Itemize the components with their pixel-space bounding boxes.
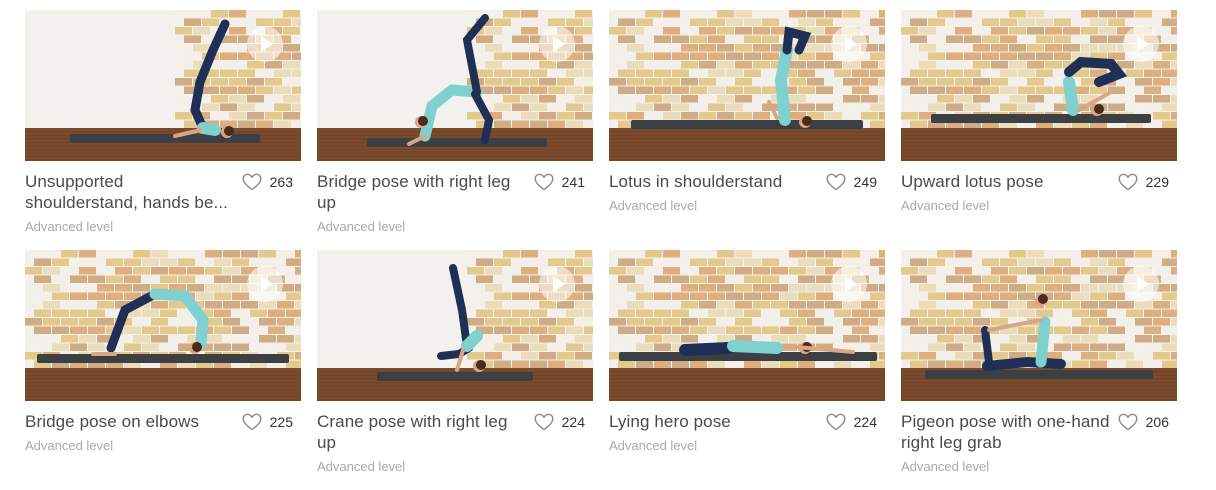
pose-card[interactable]: Bridge pose with right leg up 241 Advanc…	[317, 10, 593, 250]
like-count: 241	[561, 173, 585, 190]
heart-icon[interactable]	[242, 413, 262, 431]
level-label: Advanced level	[609, 198, 698, 213]
like-count: 224	[561, 413, 585, 430]
play-icon[interactable]	[1123, 26, 1159, 62]
level-label: Advanced level	[25, 219, 114, 234]
card-meta: Upward lotus pose 229 Advanced level	[901, 171, 1177, 231]
play-icon[interactable]	[539, 26, 575, 62]
pose-thumbnail[interactable]	[901, 250, 1177, 401]
likes[interactable]: 229	[1118, 171, 1169, 192]
heart-icon[interactable]	[534, 173, 554, 191]
likes[interactable]: 224	[826, 411, 877, 432]
like-count: 263	[269, 173, 293, 190]
pose-title[interactable]: Bridge pose with right leg up	[317, 171, 531, 213]
play-icon[interactable]	[539, 266, 575, 302]
like-count: 249	[853, 173, 877, 190]
pose-card[interactable]: Pigeon pose with one-hand right leg grab…	[901, 250, 1177, 490]
pose-card[interactable]: Unsupported shoulderstand, hands be... 2…	[25, 10, 301, 250]
heart-icon[interactable]	[242, 173, 262, 191]
pose-title[interactable]: Pigeon pose with one-hand right leg grab	[901, 411, 1115, 453]
pose-card[interactable]: Lying hero pose 224 Advanced level	[609, 250, 885, 490]
pose-title[interactable]: Upward lotus pose	[901, 171, 1115, 192]
pose-title[interactable]: Lying hero pose	[609, 411, 823, 432]
pose-card[interactable]: Crane pose with right leg up 224 Advance…	[317, 250, 593, 490]
heart-icon[interactable]	[534, 413, 554, 431]
pose-title[interactable]: Bridge pose on elbows	[25, 411, 239, 432]
pose-card[interactable]: Lotus in shoulderstand 249 Advanced leve…	[609, 10, 885, 250]
pose-grid: Unsupported shoulderstand, hands be... 2…	[25, 10, 1177, 490]
like-count: 229	[1145, 173, 1169, 190]
pose-card[interactable]: Bridge pose on elbows 225 Advanced level	[25, 250, 301, 490]
likes[interactable]: 206	[1118, 411, 1169, 432]
level-label: Advanced level	[317, 219, 406, 234]
heart-icon[interactable]	[826, 173, 846, 191]
play-icon[interactable]	[1123, 266, 1159, 302]
play-icon[interactable]	[247, 26, 283, 62]
level-label: Advanced level	[317, 459, 406, 474]
card-meta: Lotus in shoulderstand 249 Advanced leve…	[609, 171, 885, 231]
likes[interactable]: 263	[242, 171, 293, 192]
card-meta: Bridge pose with right leg up 241 Advanc…	[317, 171, 593, 234]
card-meta: Lying hero pose 224 Advanced level	[609, 411, 885, 471]
like-count: 206	[1145, 413, 1169, 430]
heart-icon[interactable]	[1118, 173, 1138, 191]
level-label: Advanced level	[901, 198, 990, 213]
heart-icon[interactable]	[826, 413, 846, 431]
play-icon[interactable]	[831, 266, 867, 302]
level-label: Advanced level	[609, 438, 698, 453]
play-icon[interactable]	[247, 266, 283, 302]
card-meta: Pigeon pose with one-hand right leg grab…	[901, 411, 1177, 474]
pose-thumbnail[interactable]	[609, 10, 885, 161]
play-icon[interactable]	[831, 26, 867, 62]
like-count: 225	[269, 413, 293, 430]
likes[interactable]: 241	[534, 171, 585, 192]
pose-thumbnail[interactable]	[609, 250, 885, 401]
pose-title[interactable]: Lotus in shoulderstand	[609, 171, 823, 192]
likes[interactable]: 249	[826, 171, 877, 192]
heart-icon[interactable]	[1118, 413, 1138, 431]
card-meta: Unsupported shoulderstand, hands be... 2…	[25, 171, 301, 234]
pose-title[interactable]: Crane pose with right leg up	[317, 411, 531, 453]
pose-card[interactable]: Upward lotus pose 229 Advanced level	[901, 10, 1177, 250]
pose-thumbnail[interactable]	[25, 250, 301, 401]
pose-title[interactable]: Unsupported shoulderstand, hands be...	[25, 171, 239, 213]
pose-thumbnail[interactable]	[25, 10, 301, 161]
likes[interactable]: 224	[534, 411, 585, 432]
likes[interactable]: 225	[242, 411, 293, 432]
pose-thumbnail[interactable]	[901, 10, 1177, 161]
pose-thumbnail[interactable]	[317, 250, 593, 401]
pose-thumbnail[interactable]	[317, 10, 593, 161]
card-meta: Crane pose with right leg up 224 Advance…	[317, 411, 593, 474]
level-label: Advanced level	[25, 438, 114, 453]
like-count: 224	[853, 413, 877, 430]
level-label: Advanced level	[901, 459, 990, 474]
card-meta: Bridge pose on elbows 225 Advanced level	[25, 411, 301, 471]
